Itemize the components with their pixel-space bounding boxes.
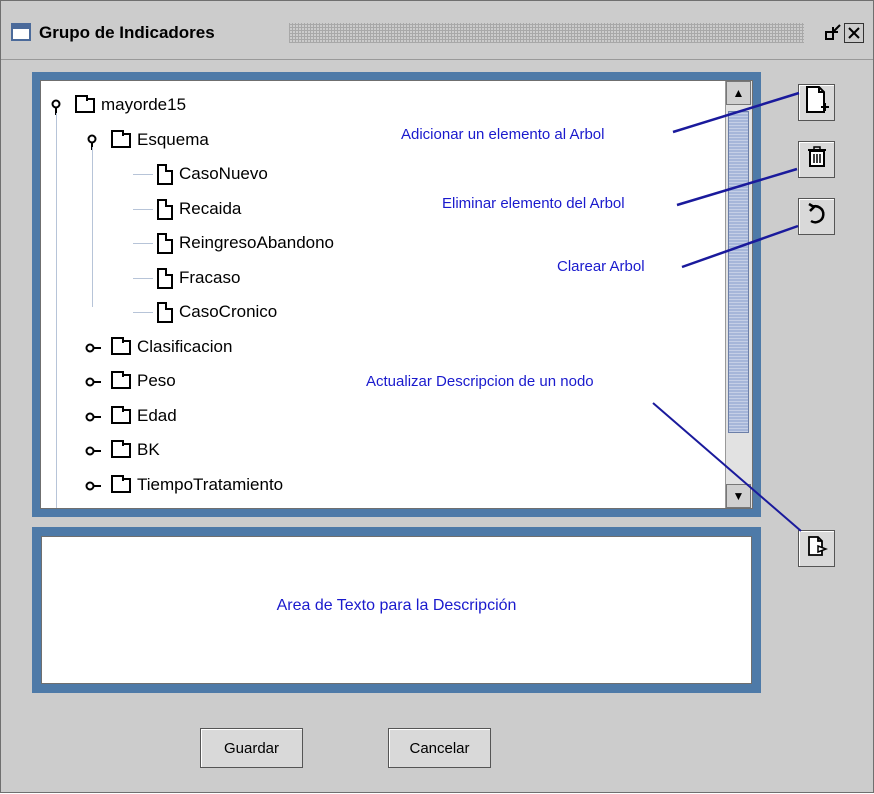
tree-node-label: BK (137, 440, 160, 459)
folder-icon (111, 371, 131, 389)
folder-icon (111, 336, 131, 355)
tree-guide-line (92, 147, 93, 307)
scroll-up-arrow-icon[interactable]: ▲ (726, 81, 751, 105)
tree-node[interactable]: Contraindicaciones (41, 507, 721, 508)
tree-node[interactable]: Esquema (41, 128, 721, 154)
collapsed-handle-icon[interactable] (85, 410, 101, 424)
description-placeholder-label: Area de Texto para la Descripción (276, 597, 517, 614)
tree-connector-line (133, 243, 153, 244)
tree-connector-line (133, 208, 153, 210)
tree-node-label: Peso (137, 371, 176, 390)
file-icon (157, 233, 173, 254)
tree-node[interactable]: Edad (41, 404, 721, 430)
file-icon (157, 267, 173, 289)
save-button[interactable]: Guardar (200, 728, 303, 768)
collapsed-handle-icon[interactable] (85, 341, 101, 355)
tree-node-label: mayorde15 (101, 95, 187, 114)
annotation-clear: Clarear Arbol (557, 258, 645, 275)
folder-icon (111, 405, 131, 424)
tree-connector-line (133, 174, 153, 175)
new-document-icon (804, 85, 830, 121)
tree-node-label: Edad (137, 405, 177, 425)
restore-icon[interactable] (823, 23, 843, 43)
dialog-window: Grupo de Indicadores mayorde15 Esquema Cas… (0, 0, 874, 793)
close-icon[interactable] (844, 23, 864, 43)
tree-node[interactable]: mayorde15 (41, 93, 721, 119)
tree-node[interactable]: TiempoTratamiento (41, 473, 721, 499)
collapsed-handle-icon[interactable] (85, 375, 101, 389)
edit-document-icon (806, 535, 828, 563)
description-panel: Area de Texto para la Descripción (32, 527, 761, 693)
description-text-area[interactable]: Area de Texto para la Descripción (41, 536, 752, 684)
window-title: Grupo de Indicadores (39, 23, 215, 42)
title-bar[interactable]: Grupo de Indicadores (1, 1, 873, 60)
tree-vertical-scrollbar[interactable]: ▲ ▼ (725, 81, 752, 508)
file-icon (157, 302, 173, 323)
window-icon (11, 23, 31, 41)
tree-node[interactable]: ReingresoAbandono (41, 231, 721, 257)
scroll-down-arrow-icon[interactable]: ▼ (726, 484, 751, 508)
tree-connector-line (133, 277, 153, 279)
tree-node-label: Recaida (179, 198, 242, 218)
tree-node-label: CasoNuevo (179, 164, 268, 183)
tree-node-label: TiempoTratamiento (137, 474, 284, 494)
tree-guide-line (56, 113, 57, 508)
file-icon (157, 164, 173, 185)
delete-node-button[interactable] (798, 141, 835, 178)
trash-icon (807, 145, 827, 174)
collapsed-handle-icon[interactable] (85, 479, 101, 493)
tree-node[interactable]: BK (41, 438, 721, 464)
tree-node-label: Clasificacion (137, 336, 233, 356)
tree-node[interactable]: Clasificacion (41, 335, 721, 361)
tree-node[interactable]: CasoCronico (41, 300, 721, 326)
expanded-handle-icon[interactable] (49, 99, 63, 115)
folder-icon (111, 129, 131, 148)
collapsed-handle-icon[interactable] (85, 444, 101, 458)
tree-node-label: ReingresoAbandono (179, 233, 335, 252)
tree-node[interactable]: CasoNuevo (41, 162, 721, 188)
update-description-button[interactable] (798, 530, 835, 567)
folder-icon (75, 95, 95, 113)
folder-icon (111, 440, 131, 458)
indicator-tree[interactable]: mayorde15 Esquema CasoNuevo Recaida Reingres… (41, 81, 721, 508)
add-node-button[interactable] (798, 84, 835, 121)
annotation-delete: Eliminar elemento del Arbol (442, 195, 625, 212)
folder-icon (111, 474, 131, 493)
cancel-button[interactable]: Cancelar (388, 728, 491, 768)
tree-connector-line (133, 312, 153, 313)
annotation-add: Adicionar un elemento al Arbol (401, 126, 605, 143)
scrollbar-thumb[interactable] (728, 111, 749, 433)
clear-tree-button[interactable] (798, 198, 835, 235)
tree-node-label: Esquema (137, 129, 209, 149)
tree-viewport: mayorde15 Esquema CasoNuevo Recaida Reingres… (40, 80, 753, 509)
title-bar-grip[interactable] (289, 23, 804, 43)
expanded-handle-icon[interactable] (85, 134, 99, 150)
tree-node-label: CasoCronico (179, 302, 278, 321)
file-icon (157, 198, 173, 220)
annotation-update: Actualizar Descripcion de un nodo (366, 373, 594, 390)
refresh-icon (805, 201, 829, 233)
tree-node-label: Fracaso (179, 267, 241, 287)
tree-panel: mayorde15 Esquema CasoNuevo Recaida Reingres… (32, 72, 761, 517)
